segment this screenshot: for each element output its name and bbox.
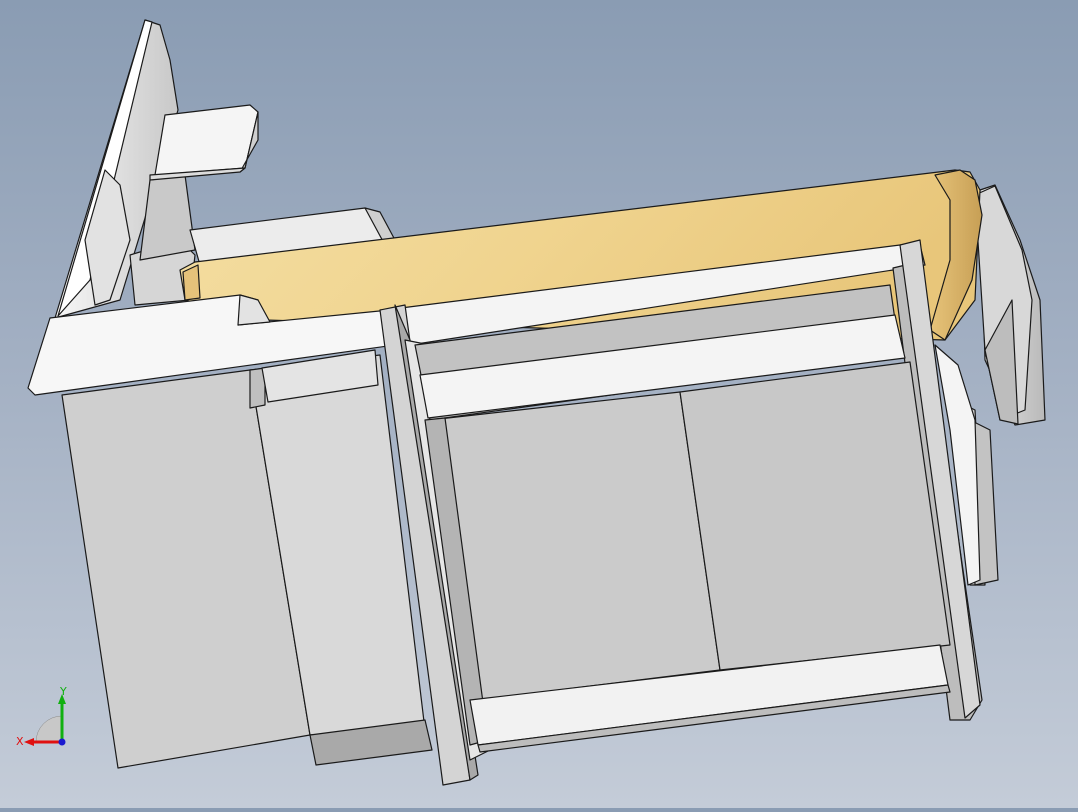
z-axis-dot-icon: [58, 738, 66, 746]
triad-arc: [35, 715, 63, 743]
x-axis-label: X: [16, 735, 24, 748]
sofa-model[interactable]: [27, 19, 1046, 786]
front-main-frame[interactable]: [379, 239, 983, 786]
y-axis-label: Y: [59, 685, 67, 698]
front-left-frame[interactable]: [27, 294, 433, 769]
model-canvas[interactable]: [0, 0, 1078, 808]
x-axis-arrow-icon: [24, 738, 34, 746]
axis-triad: Y X: [14, 684, 74, 754]
graphics-viewport[interactable]: [0, 0, 1078, 808]
